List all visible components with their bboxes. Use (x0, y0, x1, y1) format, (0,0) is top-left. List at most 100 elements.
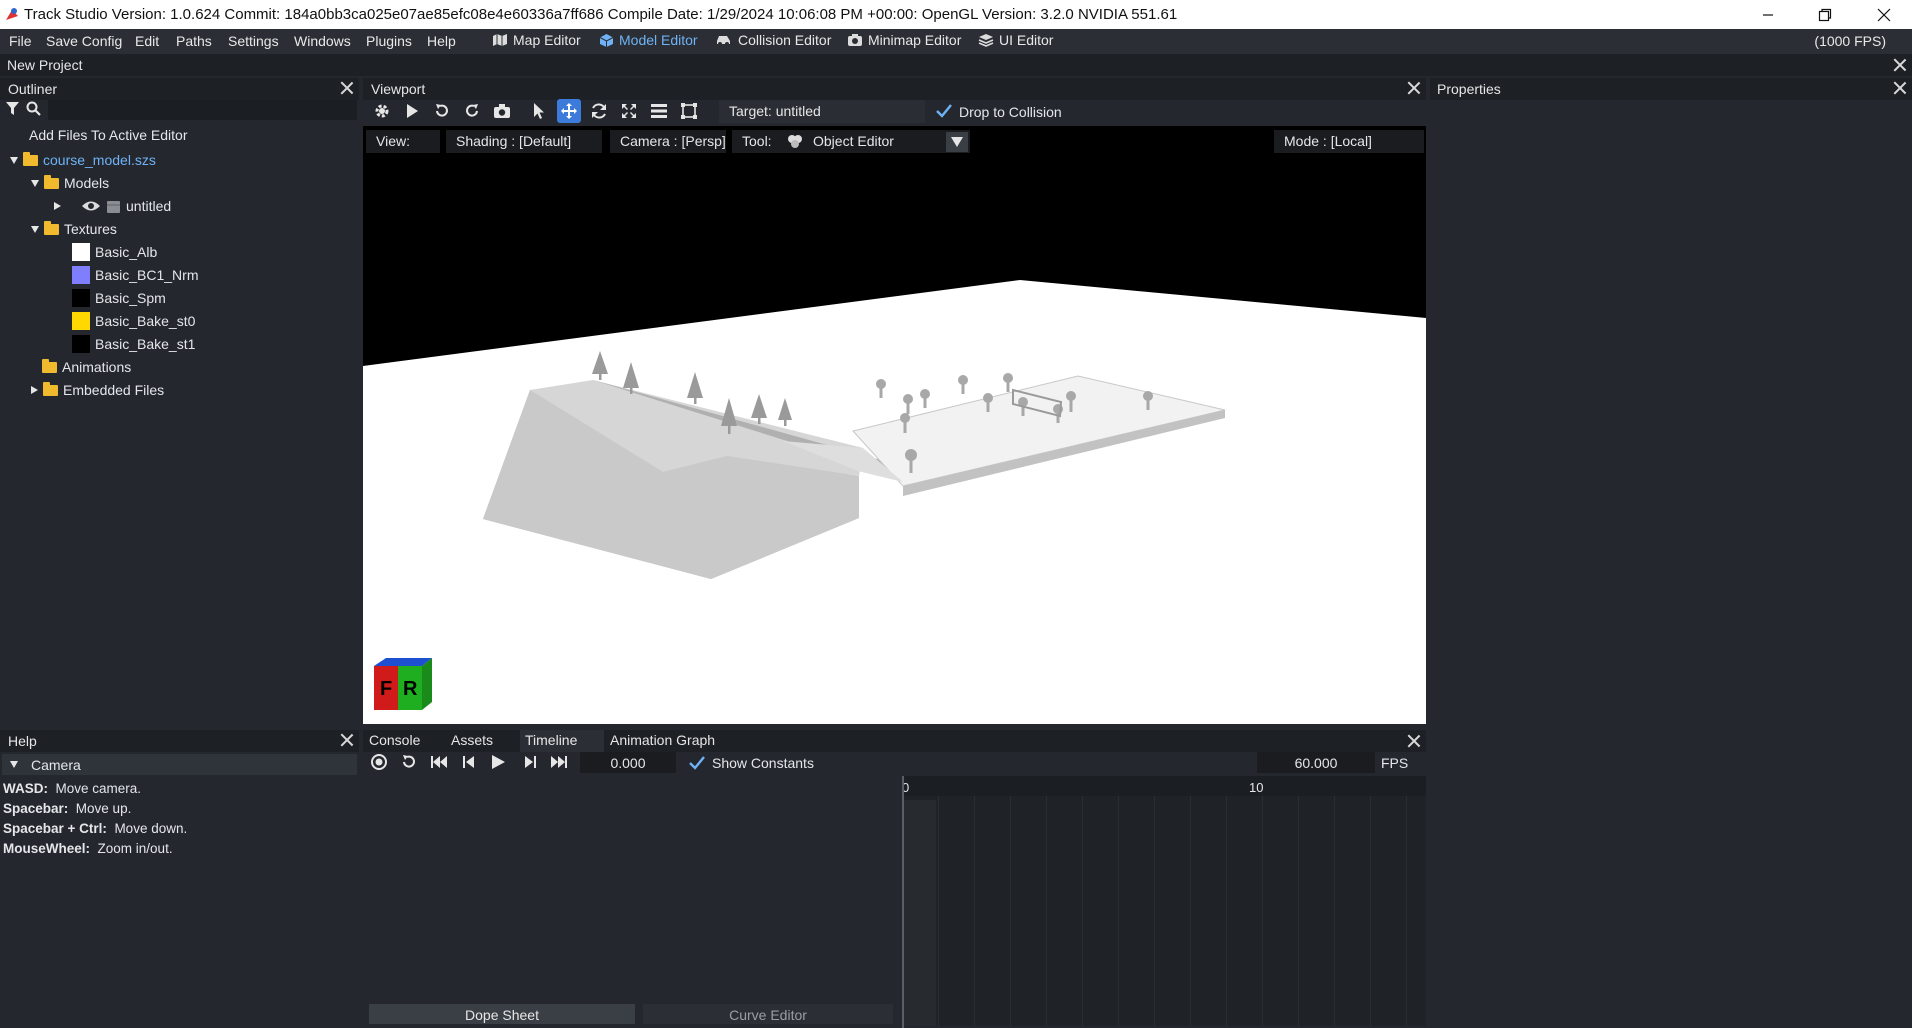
show-constants-checkbox[interactable] (688, 754, 706, 772)
close-outliner-icon[interactable] (340, 81, 354, 95)
fps-counter: (1000 FPS) (1814, 33, 1886, 49)
shading-menu[interactable]: Shading : [Default] (446, 130, 602, 153)
tab-map-editor[interactable]: Map Editor (492, 32, 581, 48)
timeline-divider (902, 776, 904, 1028)
close-project-icon[interactable] (1893, 58, 1907, 72)
timeline-track-area[interactable] (902, 796, 1426, 1026)
view-menu[interactable]: View: (366, 130, 440, 153)
dope-sheet-button[interactable]: Dope Sheet (369, 1004, 635, 1024)
menu-windows[interactable]: Windows (294, 33, 351, 49)
restore-button[interactable] (1797, 0, 1853, 29)
tree-folder-embedded-label: Embedded Files (63, 382, 165, 398)
close-viewport-icon[interactable] (1407, 81, 1421, 95)
close-properties-icon[interactable] (1893, 81, 1907, 95)
texture-label: Basic_Alb (95, 244, 158, 260)
play-icon[interactable] (400, 99, 424, 123)
tree-folder-animations[interactable]: Animations (42, 356, 131, 378)
texture-label: Basic_Bake_st1 (95, 336, 196, 352)
texture-item[interactable]: Basic_Spm (72, 287, 166, 309)
help-panel: Help Camera WASD: Move camera. Spacebar:… (0, 729, 359, 1028)
tab-collision-editor[interactable]: Collision Editor (715, 32, 831, 48)
step-back-icon[interactable] (461, 753, 477, 771)
tab-animation-graph[interactable]: Animation Graph (610, 732, 715, 748)
viewport-title: Viewport (371, 81, 426, 97)
add-files-button[interactable]: Add Files To Active Editor (5, 124, 356, 148)
loop-icon[interactable] (400, 753, 418, 771)
ruler-label: 10 (1249, 780, 1264, 795)
bounding-box-icon[interactable] (677, 99, 701, 123)
chevron-down-icon (10, 156, 18, 164)
minimize-button[interactable] (1740, 0, 1796, 29)
menu-plugins[interactable]: Plugins (366, 33, 412, 49)
menu-file[interactable]: File (9, 33, 32, 49)
tab-model-editor[interactable]: Model Editor (599, 32, 698, 48)
menu-help[interactable]: Help (427, 33, 456, 49)
texture-swatch (72, 243, 90, 261)
camera-menu[interactable]: Camera : [Persp] (610, 130, 726, 153)
timeline-ruler[interactable]: 0 10 (902, 776, 1426, 796)
project-name: New Project (7, 57, 83, 73)
mode-menu[interactable]: Mode : [Local] (1274, 130, 1424, 153)
settings-gear-icon[interactable] (370, 99, 394, 123)
menu-save-config[interactable]: Save Config (46, 33, 122, 49)
filter-icon[interactable] (5, 101, 20, 116)
tab-ui-editor[interactable]: UI Editor (978, 32, 1053, 48)
cube-icon (599, 33, 614, 48)
tree-model-untitled[interactable]: untitled (54, 195, 171, 217)
orientation-gizmo[interactable]: F R (372, 656, 434, 714)
close-bottom-panel-icon[interactable] (1407, 734, 1421, 748)
record-icon[interactable] (370, 753, 388, 771)
rotate-icon[interactable] (587, 99, 611, 123)
texture-item[interactable]: Basic_Bake_st1 (72, 333, 195, 355)
folder-icon (43, 381, 58, 396)
step-forward-icon[interactable] (522, 753, 538, 771)
play-timeline-icon[interactable] (490, 753, 506, 771)
redo-icon[interactable] (460, 99, 484, 123)
texture-item[interactable]: Basic_Alb (72, 241, 157, 263)
undo-icon[interactable] (430, 99, 454, 123)
help-title: Help (8, 733, 37, 749)
tab-assets[interactable]: Assets (451, 732, 493, 748)
show-constants-label: Show Constants (712, 755, 814, 771)
texture-label: Basic_Spm (95, 290, 166, 306)
tool-dropdown[interactable]: Tool: Object Editor (732, 130, 970, 153)
frame-input[interactable]: 0.000 (580, 752, 676, 773)
tree-folder-embedded[interactable]: Embedded Files (31, 379, 164, 401)
skip-to-end-icon[interactable] (550, 753, 568, 771)
texture-label: Basic_Bake_st0 (95, 313, 196, 329)
close-help-icon[interactable] (340, 733, 354, 747)
skip-to-start-icon[interactable] (430, 753, 448, 771)
select-cursor-icon[interactable] (527, 99, 551, 123)
texture-item[interactable]: Basic_BC1_Nrm (72, 264, 198, 286)
scale-icon[interactable] (617, 99, 641, 123)
target-field[interactable]: Target: untitled (719, 100, 925, 123)
tree-folder-models[interactable]: Models (31, 172, 109, 194)
tool-dropdown-button[interactable] (946, 132, 968, 152)
menu-paths[interactable]: Paths (176, 33, 212, 49)
menu-settings[interactable]: Settings (228, 33, 279, 49)
curve-editor-button[interactable]: Curve Editor (643, 1004, 893, 1024)
tree-root-course-model[interactable]: course_model.szs (10, 149, 156, 171)
tool-value: Object Editor (813, 133, 894, 149)
screenshot-camera-icon[interactable] (490, 99, 514, 123)
menu-edit[interactable]: Edit (135, 33, 159, 49)
properties-title: Properties (1437, 81, 1501, 97)
close-window-button[interactable] (1856, 0, 1912, 29)
help-key: MouseWheel: (3, 841, 91, 856)
tab-ui-editor-label: UI Editor (999, 32, 1054, 48)
tab-console[interactable]: Console (369, 732, 420, 748)
texture-item[interactable]: Basic_Bake_st0 (72, 310, 195, 332)
tree-folder-textures[interactable]: Textures (31, 218, 117, 240)
help-section-camera[interactable]: Camera (2, 754, 357, 775)
eye-icon[interactable] (81, 199, 101, 213)
tab-minimap-editor[interactable]: Minimap Editor (847, 32, 961, 48)
layers-menu-icon[interactable] (647, 99, 671, 123)
fps-input[interactable]: 60.000 (1257, 752, 1375, 773)
tab-timeline[interactable]: Timeline (525, 732, 577, 748)
search-icon[interactable] (26, 101, 42, 117)
drop-to-collision-checkbox[interactable] (935, 102, 953, 120)
outliner-panel: Outliner Add Files To Active Editor cour… (0, 76, 359, 728)
move-arrows-icon[interactable] (557, 99, 581, 123)
viewport-canvas[interactable] (363, 126, 1426, 724)
outliner-search-input[interactable] (48, 100, 357, 120)
